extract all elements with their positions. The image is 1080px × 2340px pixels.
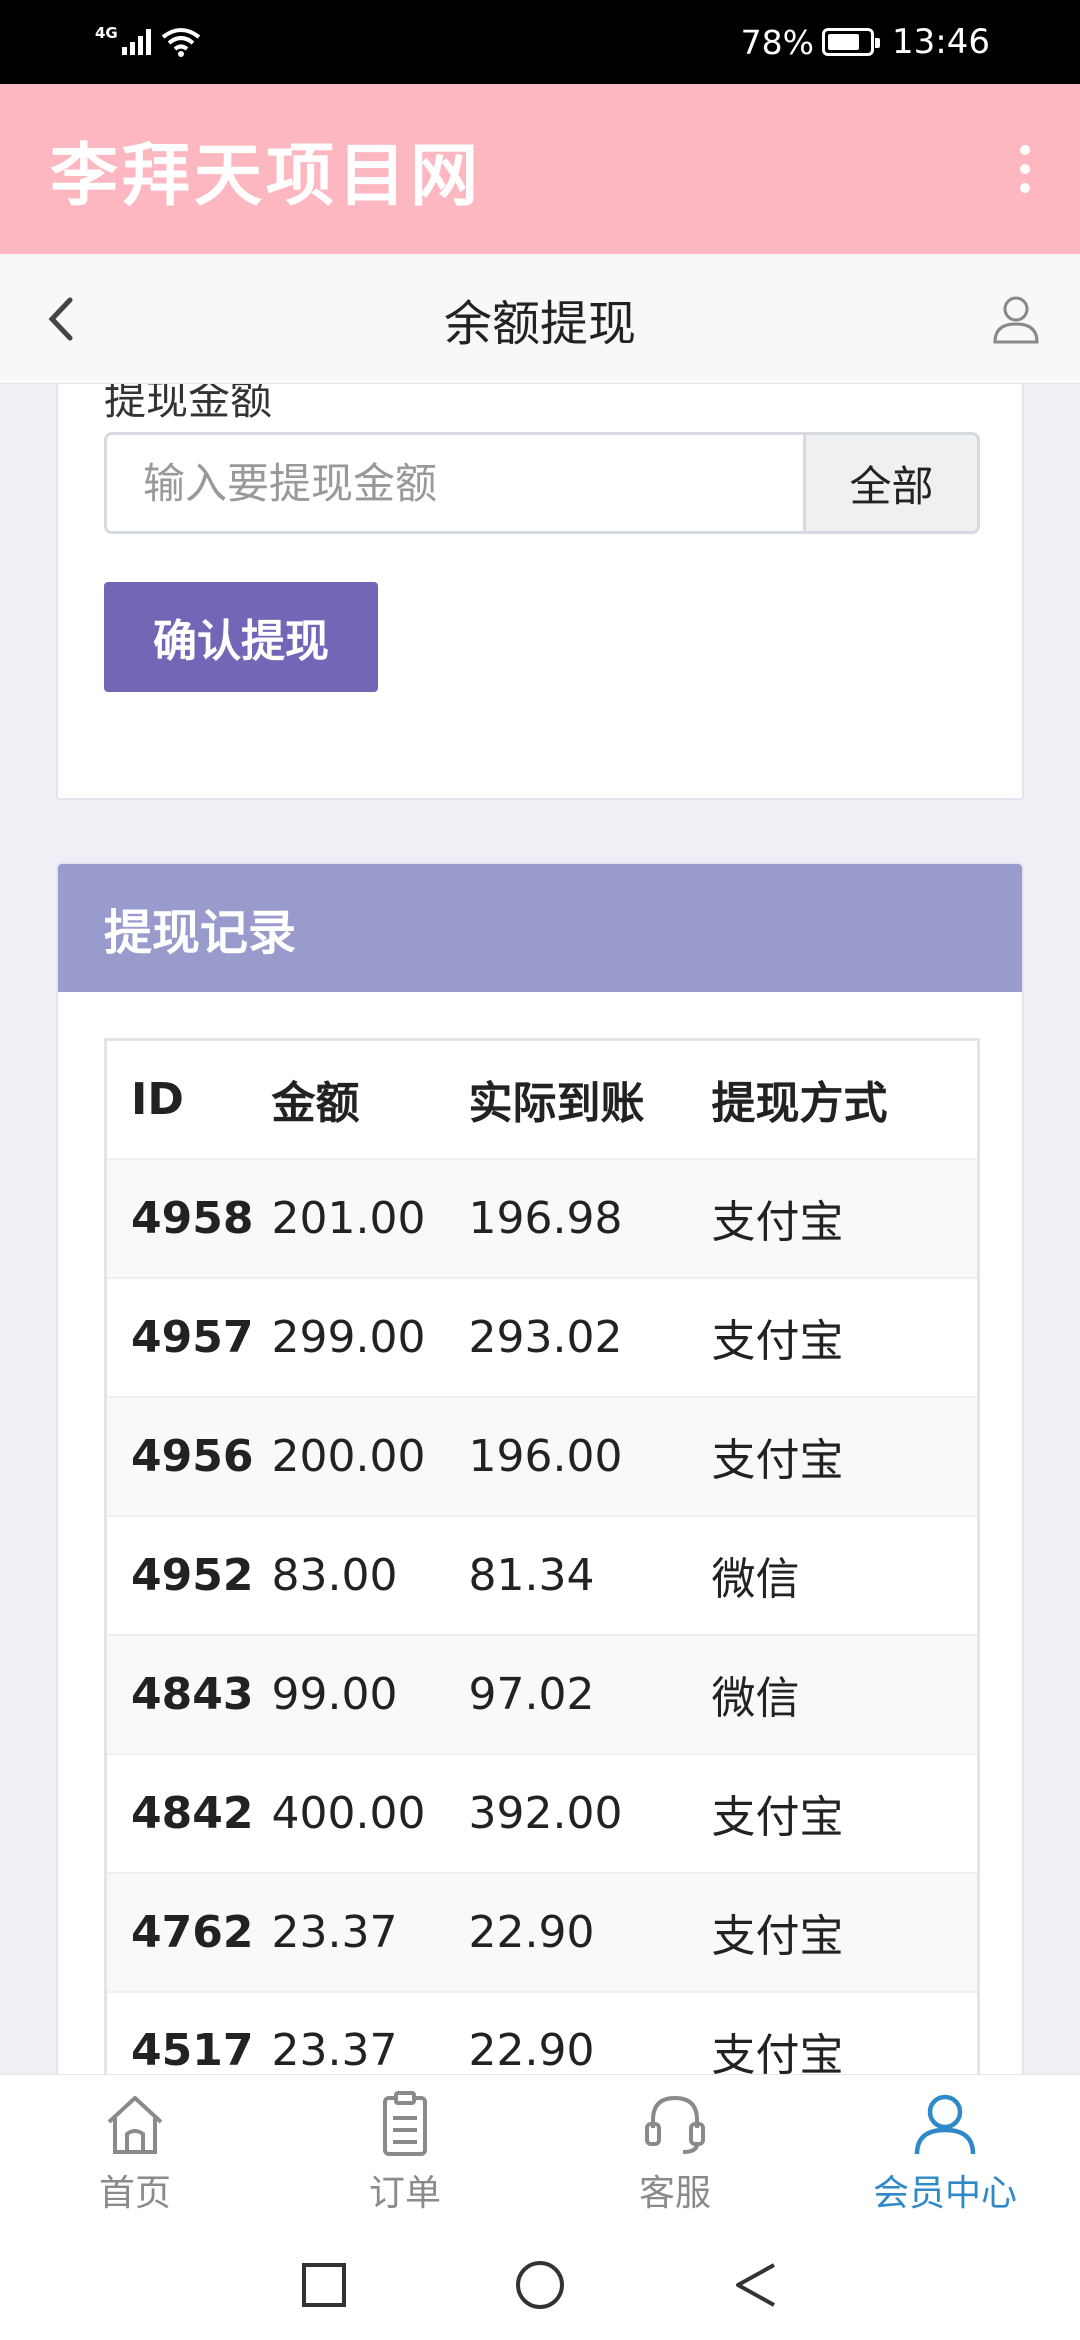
table-row: 4952 83.00 81.34 微信 (105, 1514, 979, 1635)
app-header: 李拜天项目网 (0, 84, 1080, 254)
cell-id: 4762 (105, 1871, 272, 1992)
page-title: 余额提现 (443, 295, 636, 352)
cell-amount: 400.00 (271, 1752, 469, 1873)
confirm-withdraw-button[interactable]: 确认提现 (104, 582, 378, 692)
cell-amount: 200.00 (271, 1395, 469, 1516)
system-nav-bar (0, 2230, 1080, 2340)
cell-method: 微信 (711, 1633, 979, 1754)
status-bar: 4G 78% 13:46 (0, 0, 1080, 84)
cell-id: 4517 (105, 1990, 272, 2074)
network-type: 4G (95, 23, 118, 42)
cell-received: 392.00 (468, 1752, 712, 1873)
cell-id: 4957 (105, 1276, 272, 1397)
clipboard-icon (383, 2090, 427, 2156)
clock: 13:46 (892, 22, 990, 62)
amount-label: 提现金额 (104, 384, 273, 424)
cell-id: 4952 (105, 1514, 272, 1635)
amount-input-group: 全部 (104, 432, 980, 534)
table-row: 4842 400.00 392.00 支付宝 (105, 1752, 979, 1873)
cell-method: 支付宝 (711, 1752, 979, 1873)
table-header-row: ID 金额 实际到账 提现方式 (106, 1040, 979, 1159)
nav-label-service: 客服 (638, 2172, 711, 2214)
records-title: 提现记录 (58, 864, 1022, 992)
column-header-id: ID (131, 1073, 184, 1125)
cell-method: 支付宝 (711, 1871, 979, 1992)
back-triangle-icon[interactable] (728, 2257, 784, 2313)
cell-method: 微信 (711, 1514, 979, 1635)
user-icon[interactable] (992, 294, 1040, 344)
nav-label-home: 首页 (98, 2172, 171, 2214)
table-row: 4956 200.00 196.00 支付宝 (105, 1395, 979, 1516)
table-row: 4958 201.00 196.98 支付宝 (105, 1157, 979, 1278)
cell-received: 81.34 (468, 1514, 712, 1635)
cell-amount: 83.00 (271, 1514, 469, 1635)
recent-apps-icon[interactable] (296, 2257, 352, 2313)
table-row: 4517 23.37 22.90 支付宝 (105, 1990, 979, 2074)
cell-amount: 23.37 (271, 1871, 469, 1992)
cell-id: 4958 (105, 1157, 272, 1278)
column-header-received: 实际到账 (468, 1078, 645, 1130)
app-title: 李拜天项目网 (50, 136, 483, 216)
user-icon (914, 2094, 976, 2154)
status-left: 4G (95, 23, 201, 57)
battery-percent: 78% (740, 22, 815, 62)
cell-method: 支付宝 (711, 1395, 979, 1516)
battery-icon (822, 28, 881, 56)
cell-received: 22.90 (468, 1990, 712, 2074)
cell-received: 293.02 (468, 1276, 712, 1397)
cell-id: 4956 (105, 1395, 272, 1516)
cell-amount: 299.00 (271, 1276, 469, 1397)
nav-item-orders[interactable]: 订单 (270, 2075, 540, 2230)
nav-item-service[interactable]: 客服 (540, 2075, 810, 2230)
chevron-left-icon[interactable] (40, 292, 80, 346)
table-row: 4843 99.00 97.02 微信 (105, 1633, 979, 1754)
withdraw-form-card: 提现金额 全部 确认提现 (56, 384, 1024, 800)
home-icon (107, 2095, 163, 2154)
page-header: 余额提现 (0, 254, 1080, 384)
table-row: 4762 23.37 22.90 支付宝 (105, 1871, 979, 1992)
more-vertical-icon[interactable] (1010, 135, 1040, 203)
status-right: 78% 13:46 (741, 22, 990, 62)
wifi-icon (161, 28, 200, 57)
nav-item-member[interactable]: 会员中心 (810, 2075, 1080, 2230)
cell-received: 22.90 (468, 1871, 712, 1992)
nav-label-orders: 订单 (368, 2172, 441, 2214)
content-area[interactable]: 提现金额 全部 确认提现 提现记录 ID 金额 实际到账 提现方式 4958 2… (0, 384, 1080, 2074)
cell-received: 196.00 (468, 1395, 712, 1516)
home-circle-icon[interactable] (512, 2257, 568, 2313)
cell-received: 97.02 (468, 1633, 712, 1754)
nav-label-member: 会员中心 (872, 2172, 1017, 2214)
cell-method: 支付宝 (711, 1990, 979, 2074)
cell-amount: 23.37 (271, 1990, 469, 2074)
headset-icon (645, 2095, 705, 2154)
cell-amount: 201.00 (271, 1157, 469, 1278)
nav-item-home[interactable]: 首页 (0, 2075, 270, 2230)
battery-fill (828, 34, 860, 50)
all-amount-button[interactable]: 全部 (803, 435, 977, 531)
bottom-nav: 首页 订单 客服 会员中心 (0, 2074, 1080, 2230)
cell-method: 支付宝 (711, 1157, 979, 1278)
column-header-amount: 金额 (271, 1078, 360, 1130)
cell-amount: 99.00 (271, 1633, 469, 1754)
records-table: ID 金额 实际到账 提现方式 4958 201.00 196.98 支付宝 4… (104, 1038, 980, 2074)
withdraw-records-card: 提现记录 ID 金额 实际到账 提现方式 4958 201.00 196.98 … (56, 862, 1024, 2074)
cell-id: 4843 (105, 1633, 272, 1754)
cell-method: 支付宝 (711, 1276, 979, 1397)
amount-input[interactable] (107, 435, 803, 531)
column-header-method: 提现方式 (711, 1078, 888, 1130)
cell-received: 196.98 (468, 1157, 712, 1278)
table-row: 4957 299.00 293.02 支付宝 (105, 1276, 979, 1397)
cell-id: 4842 (105, 1752, 272, 1873)
signal-icon (121, 29, 151, 55)
